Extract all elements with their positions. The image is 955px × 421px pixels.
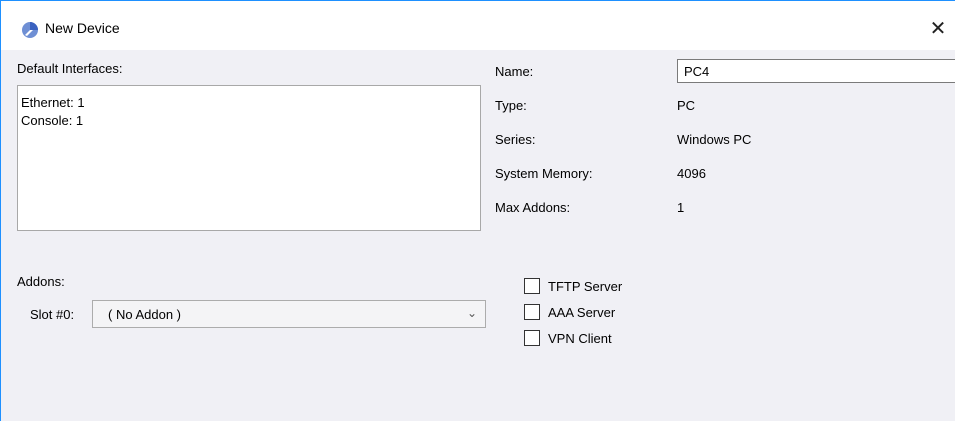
checkbox-box[interactable] [524, 330, 540, 346]
tftp-server-label: TFTP Server [548, 278, 623, 294]
list-item: Console: 1 [21, 113, 84, 128]
slot-select[interactable]: ( No Addon ) ⌄ [92, 300, 486, 328]
slot-select-value: ( No Addon ) [108, 307, 181, 322]
memory-label: System Memory: [495, 166, 593, 181]
series-value: Windows PC [677, 132, 752, 147]
list-item: Ethernet: 1 [21, 95, 85, 110]
title-bar: New Device ✕ [1, 0, 955, 50]
aaa-server-checkbox[interactable]: AAA Server [524, 304, 615, 320]
type-label: Type: [495, 98, 527, 113]
interfaces-list[interactable]: Ethernet: 1 Console: 1 [17, 85, 481, 231]
memory-value: 4096 [677, 166, 706, 181]
checkbox-box[interactable] [524, 278, 540, 294]
vpn-client-label: VPN Client [548, 330, 612, 346]
app-logo-icon [22, 22, 38, 38]
addons-label: Addons: [17, 274, 65, 289]
dialog-body: Default Interfaces: Ethernet: 1 Console:… [1, 50, 955, 421]
checkbox-box[interactable] [524, 304, 540, 320]
max-addons-value: 1 [677, 200, 685, 215]
max-addons-label: Max Addons: [495, 200, 571, 215]
chevron-down-icon: ⌄ [466, 306, 477, 320]
vpn-client-checkbox[interactable]: VPN Client [524, 330, 612, 346]
close-button[interactable]: ✕ [923, 13, 953, 43]
close-icon: ✕ [929, 17, 947, 40]
name-input[interactable] [677, 59, 955, 83]
slot-label: Slot #0: [30, 307, 75, 322]
type-value: PC [677, 98, 696, 113]
aaa-server-label: AAA Server [548, 304, 616, 320]
series-label: Series: [495, 132, 536, 147]
default-interfaces-label: Default Interfaces: [17, 61, 123, 76]
tftp-server-checkbox[interactable]: TFTP Server [524, 278, 622, 294]
name-label: Name: [495, 64, 534, 79]
window-title: New Device [45, 20, 120, 36]
